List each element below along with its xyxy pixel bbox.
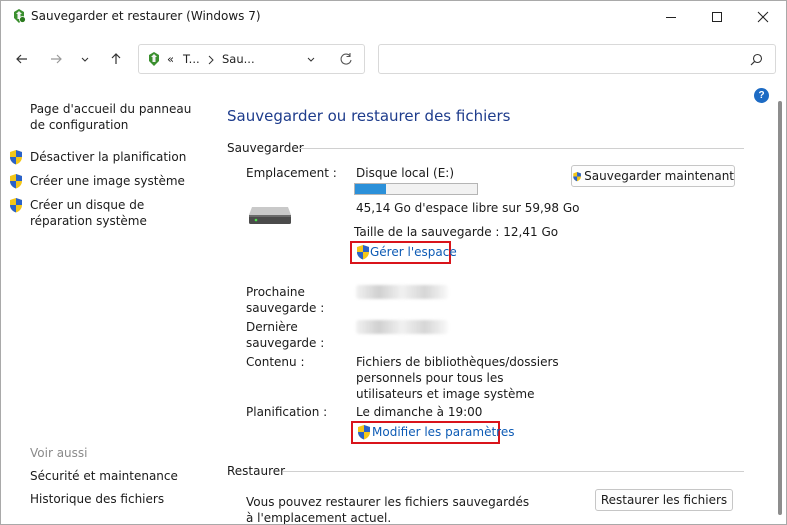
redacted-next-backup: [356, 285, 448, 299]
task-create-system-image[interactable]: Créer une image système: [30, 173, 185, 189]
manage-space-link[interactable]: Gérer l'espace: [370, 244, 457, 260]
chevron-down-icon: [81, 57, 89, 62]
last-backup-label: Dernière sauvegarde :: [246, 320, 325, 350]
control-panel-icon: [149, 52, 159, 66]
chevron-down-icon[interactable]: [306, 55, 316, 65]
close-button[interactable]: [740, 1, 786, 33]
backup-now-button[interactable]: Sauvegarder maintenant: [571, 165, 735, 187]
location-label: Emplacement :: [246, 166, 337, 180]
search-input[interactable]: [378, 44, 776, 74]
maximize-button[interactable]: [694, 1, 740, 33]
page-title: Sauvegarder ou restaurer des fichiers: [227, 107, 511, 125]
restore-section-title: Restaurer: [227, 464, 286, 478]
see-also-heading: Voir aussi: [30, 446, 88, 460]
refresh-icon[interactable]: [339, 52, 353, 66]
section-divider: [298, 148, 744, 149]
section-divider: [283, 471, 744, 472]
hard-drive-icon: [249, 207, 291, 224]
breadcrumb-item-2[interactable]: Sau...: [222, 52, 255, 66]
arrow-right-icon: [51, 54, 62, 64]
task-label: Désactiver la planification: [30, 150, 187, 164]
breadcrumb-separator-icon: [208, 55, 214, 65]
task-label: Créer une image système: [30, 174, 185, 188]
shield-icon: [573, 171, 581, 181]
scrollbar-thumb[interactable]: [778, 101, 782, 515]
content-label: Contenu :: [246, 355, 305, 369]
arrow-left-icon: [16, 54, 27, 64]
window-title: Sauvegarder et restaurer (Windows 7): [31, 9, 261, 23]
shield-icon: [358, 425, 370, 440]
see-also-file-history-link[interactable]: Historique des fichiers: [30, 491, 164, 507]
arrow-up-icon: [111, 53, 121, 64]
see-also-security-link[interactable]: Sécurité et maintenance: [30, 468, 178, 484]
schedule-label: Planification :: [246, 405, 328, 419]
location-value: Disque local (E:): [356, 166, 455, 180]
search-icon: [750, 53, 763, 66]
breadcrumb-overflow[interactable]: «: [167, 52, 174, 66]
disk-usage-fill: [355, 184, 386, 194]
address-bar[interactable]: « T... Sau...: [138, 44, 365, 74]
shield-icon: [10, 150, 22, 165]
content-value: Fichiers de bibliothèques/dossiers perso…: [356, 355, 559, 401]
forward-button[interactable]: [44, 47, 68, 71]
breadcrumb-item-1[interactable]: T...: [183, 52, 200, 66]
restore-description: Vous pouvez restaurer les fichiers sauve…: [246, 495, 530, 525]
close-icon: [757, 11, 769, 23]
help-icon[interactable]: ?: [754, 88, 769, 103]
restore-files-button[interactable]: Restaurer les fichiers: [595, 489, 733, 511]
control-panel-home-link[interactable]: Page d'accueil du panneau de configurati…: [30, 101, 200, 133]
minimize-button[interactable]: [648, 1, 694, 33]
shield-icon: [10, 198, 22, 213]
schedule-value: Le dimanche à 19:00: [356, 405, 483, 419]
change-settings-link[interactable]: Modifier les paramètres: [372, 424, 514, 440]
redacted-last-backup: [356, 320, 448, 334]
shield-icon: [10, 174, 22, 189]
shield-icon: [357, 245, 369, 260]
task-create-repair-disc[interactable]: Créer un disque de réparation système: [30, 197, 200, 229]
backup-now-label: Sauvegarder maintenant: [584, 169, 734, 183]
free-space-text: 45,14 Go d'espace libre sur 59,98 Go: [356, 201, 580, 215]
minimize-icon: [666, 17, 676, 18]
recent-locations-button[interactable]: [76, 47, 94, 71]
task-label: Créer un disque de réparation système: [30, 198, 147, 228]
backup-size-text: Taille de la sauvegarde : 12,41 Go: [354, 225, 559, 239]
disk-usage-bar: [354, 183, 478, 195]
up-button[interactable]: [104, 47, 128, 71]
control-panel-home-label: Page d'accueil du panneau de configurati…: [30, 102, 192, 132]
title-bar: Sauvegarder et restaurer (Windows 7): [1, 1, 786, 33]
back-button[interactable]: [10, 47, 34, 71]
backup-section-title: Sauvegarder: [227, 141, 304, 155]
maximize-icon: [712, 12, 722, 22]
backup-restore-app-icon: [14, 9, 26, 23]
window: Sauvegarder et restaurer (Windows 7) « T…: [0, 0, 787, 525]
task-disable-schedule[interactable]: Désactiver la planification: [30, 149, 186, 165]
next-backup-label: Prochaine sauvegarde :: [246, 285, 325, 315]
